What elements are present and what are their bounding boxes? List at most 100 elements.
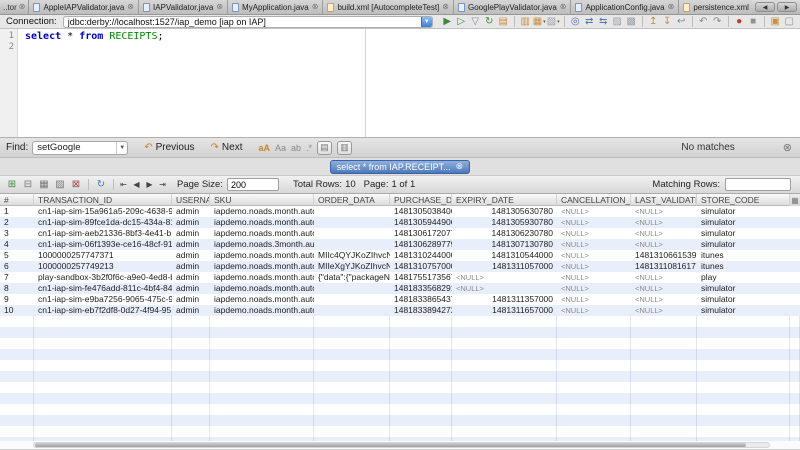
- delete-record-icon[interactable]: ⊟: [21, 178, 35, 191]
- new-file-icon[interactable]: ▤: [497, 16, 510, 28]
- table-cell[interactable]: play-sandbox-3b2f0f6c-a9e0-4ed8-b...: [34, 272, 172, 283]
- table-cell[interactable]: cn1-iap-sim-eb7f2df8-0d27-4f94-95...: [34, 305, 172, 316]
- table-cell[interactable]: simulator: [697, 239, 790, 250]
- table-cell[interactable]: <NULL>: [631, 305, 697, 316]
- table-cell[interactable]: iapdemo.noads.month.auto: [210, 206, 314, 217]
- table-cell[interactable]: admin: [172, 217, 210, 228]
- table-row[interactable]: 4cn1-iap-sim-06f1393e-ce16-48cf-91...adm…: [0, 239, 800, 250]
- column-header-username[interactable]: USERNAME: [172, 194, 210, 206]
- table-cell[interactable]: <NULL>: [631, 272, 697, 283]
- table-cell[interactable]: [314, 305, 390, 316]
- table-cell[interactable]: <NULL>: [557, 305, 631, 316]
- open-file-icon[interactable]: ▥: [519, 16, 532, 28]
- table-cell[interactable]: simulator: [697, 217, 790, 228]
- table-cell[interactable]: 2: [0, 217, 34, 228]
- table-cell[interactable]: MIIeXgYJKoZIhvcNAQc...: [314, 261, 390, 272]
- table-cell[interactable]: <NULL>: [631, 206, 697, 217]
- undo-icon[interactable]: ↶: [697, 16, 710, 28]
- table-cell[interactable]: 1481306230780: [452, 228, 557, 239]
- table-cell[interactable]: 1481311081617: [631, 261, 697, 272]
- table-cell[interactable]: <NULL>: [557, 239, 631, 250]
- scrollbar-thumb[interactable]: [35, 443, 746, 447]
- column-header-cancellation-date[interactable]: CANCELLATION_DATE: [557, 194, 631, 206]
- first-page-icon[interactable]: ⇤: [117, 180, 130, 189]
- close-tab-icon[interactable]: ⊗: [19, 3, 26, 11]
- table-cell[interactable]: admin: [172, 228, 210, 239]
- table-cell[interactable]: 3: [0, 228, 34, 239]
- connection-combobox[interactable]: jdbc:derby://localhost:1527/iap_demo [ia…: [63, 16, 433, 28]
- table-cell[interactable]: 6: [0, 261, 34, 272]
- table-cell[interactable]: iapdemo.noads.month.auto: [210, 228, 314, 239]
- swap-connection-icon[interactable]: ⇄: [583, 16, 596, 28]
- table-cell[interactable]: 1000000257749213: [34, 261, 172, 272]
- tab-overflow[interactable]: ..tor ⊗: [0, 0, 29, 14]
- table-cell[interactable]: itunes: [697, 261, 790, 272]
- close-tab-icon[interactable]: ⊗: [216, 3, 223, 11]
- table-cell[interactable]: 1481311657000: [452, 305, 557, 316]
- table-cell[interactable]: 1481306172077: [390, 228, 452, 239]
- table-cell[interactable]: 1481833894272: [390, 305, 452, 316]
- table-cell[interactable]: <NULL>: [557, 217, 631, 228]
- search-history-button[interactable]: ▥: [337, 141, 352, 155]
- highlight-matches-icon[interactable]: aA: [258, 143, 270, 153]
- table-cell[interactable]: 1: [0, 206, 34, 217]
- table-cell[interactable]: 1481305944906: [390, 217, 452, 228]
- redo-icon[interactable]: ↷: [711, 16, 724, 28]
- table-cell[interactable]: 1481310661539: [631, 250, 697, 261]
- whole-words-icon[interactable]: ab: [291, 143, 301, 153]
- matching-rows-input[interactable]: [725, 178, 791, 191]
- table-row[interactable]: 51000000257747371adminiapdemo.noads.mont…: [0, 250, 800, 261]
- column-header-sku[interactable]: SKU: [210, 194, 314, 206]
- column-header-purchase-date[interactable]: PURCHASE_DATE: [390, 194, 452, 206]
- close-tab-icon[interactable]: ⊗: [312, 3, 319, 11]
- table-cell[interactable]: cn1-iap-sim-fe476add-811c-4bf4-84...: [34, 283, 172, 294]
- table-cell[interactable]: <NULL>: [557, 206, 631, 217]
- sql-filter-icon[interactable]: ▽: [469, 16, 482, 28]
- table-cell[interactable]: <NULL>: [631, 228, 697, 239]
- table-cell[interactable]: iapdemo.noads.month.auto: [210, 283, 314, 294]
- table-cell[interactable]: <NULL>: [631, 283, 697, 294]
- truncate-table-icon[interactable]: ⊠: [69, 178, 83, 191]
- chevron-down-icon[interactable]: ▼: [116, 142, 127, 154]
- table-cell[interactable]: 9: [0, 294, 34, 305]
- column-header-store-code[interactable]: STORE_CODE: [697, 194, 790, 206]
- refresh-icon[interactable]: ↻: [483, 16, 496, 28]
- table-cell[interactable]: cn1-iap-sim-aeb21336-8bf3-4e41-b...: [34, 228, 172, 239]
- editor-tab[interactable]: IAPValidator.java⊗: [139, 0, 228, 14]
- tab-scroll-left-button[interactable]: ◀: [755, 2, 775, 12]
- table-cell[interactable]: [314, 228, 390, 239]
- table-cell[interactable]: cn1-iap-sim-89fce1da-dc15-434a-81...: [34, 217, 172, 228]
- table-cell[interactable]: play: [697, 272, 790, 283]
- export-icon[interactable]: ▧: [547, 16, 560, 28]
- table-cell[interactable]: 1481755173567: [390, 272, 452, 283]
- table-cell[interactable]: simulator: [697, 206, 790, 217]
- run-sql-icon[interactable]: ▶: [441, 16, 454, 28]
- copy-icon[interactable]: ▨: [611, 16, 624, 28]
- save-icon[interactable]: ▦: [533, 16, 546, 28]
- table-cell[interactable]: [314, 294, 390, 305]
- table-cell[interactable]: admin: [172, 239, 210, 250]
- table-cell[interactable]: cn1-iap-sim-15a961a5-209c-4638-9...: [34, 206, 172, 217]
- table-cell[interactable]: 7: [0, 272, 34, 283]
- table-row[interactable]: 1cn1-iap-sim-15a961a5-209c-4638-9...admi…: [0, 206, 800, 217]
- table-cell[interactable]: {"data":{"packageNam...: [314, 272, 390, 283]
- table-row[interactable]: 61000000257749213adminiapdemo.noads.mont…: [0, 261, 800, 272]
- record-icon[interactable]: ●: [733, 16, 746, 28]
- regex-icon[interactable]: .*: [306, 143, 312, 153]
- editor-tab[interactable]: build.xml [AutocompleteTest]⊗: [323, 0, 454, 14]
- refresh-records-icon[interactable]: ↻: [94, 178, 108, 191]
- table-cell[interactable]: <NULL>: [631, 239, 697, 250]
- find-icon[interactable]: ◎: [569, 16, 582, 28]
- table-cell[interactable]: 1481833865437: [390, 294, 452, 305]
- table-cell[interactable]: 1481305630780: [452, 206, 557, 217]
- paste-icon[interactable]: ▩: [625, 16, 638, 28]
- table-cell[interactable]: admin: [172, 272, 210, 283]
- close-tab-icon[interactable]: ⊗: [560, 3, 567, 11]
- table-cell[interactable]: 1481307130780: [452, 239, 557, 250]
- table-cell[interactable]: <NULL>: [557, 283, 631, 294]
- table-cell[interactable]: <NULL>: [557, 294, 631, 305]
- table-cell[interactable]: simulator: [697, 283, 790, 294]
- editor-tab[interactable]: AppleIAPValidator.java⊗: [29, 0, 139, 14]
- search-options-button[interactable]: ▤: [317, 141, 332, 155]
- column-header-expiry-date[interactable]: EXPIRY_DATE: [452, 194, 557, 206]
